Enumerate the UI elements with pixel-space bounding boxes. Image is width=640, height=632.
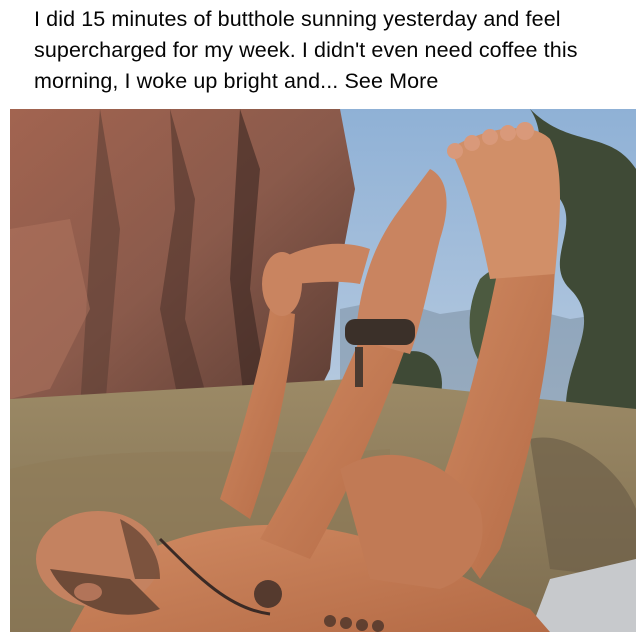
- post-card: I did 15 minutes of butthole sunning yes…: [0, 0, 640, 632]
- post-photo[interactable]: [10, 109, 636, 632]
- post-body-text: I did 15 minutes of butthole sunning yes…: [34, 7, 578, 93]
- photo-icon: [10, 109, 636, 632]
- see-more-link[interactable]: See More: [344, 69, 438, 93]
- post-text-block: I did 15 minutes of butthole sunning yes…: [34, 4, 630, 97]
